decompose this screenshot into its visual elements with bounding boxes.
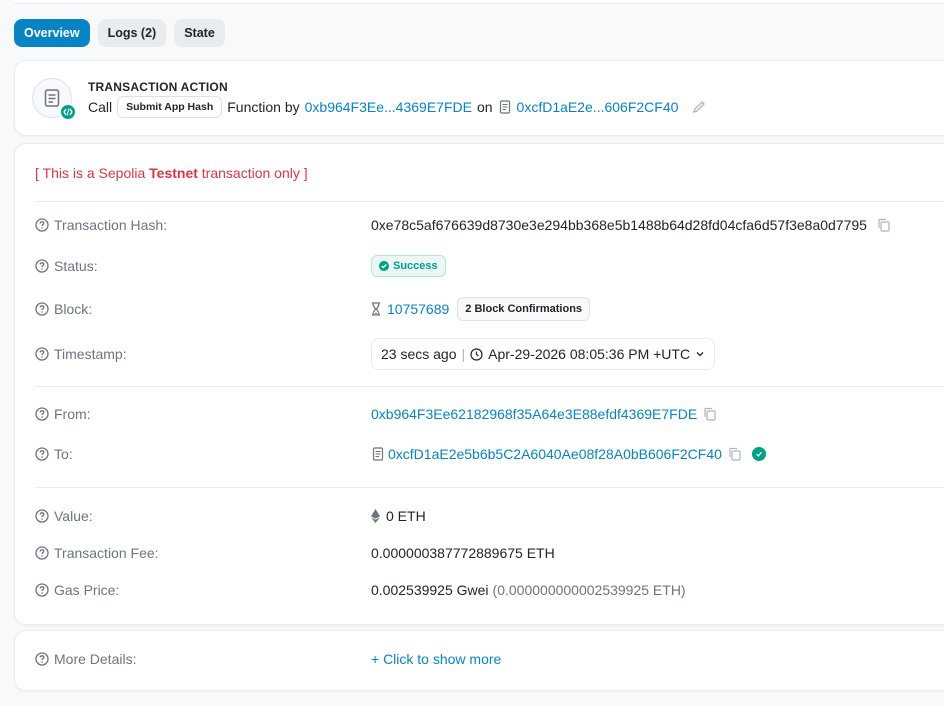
timestamp-datetime: Apr-29-2026 08:05:36 PM +UTC [488, 346, 691, 362]
block-row: Block: 10757689 2 Block Confirmations [35, 297, 944, 321]
fee-value: 0.000000387772889675 ETH [371, 545, 555, 561]
question-icon[interactable] [35, 302, 49, 316]
action-title: TRANSACTION ACTION [88, 80, 228, 94]
gas-price-row: Gas Price: 0.002539925 Gwei (0.000000000… [35, 582, 944, 598]
fee-row: Transaction Fee: 0.000000387772889675 ET… [35, 545, 944, 561]
code-icon [59, 103, 77, 121]
hourglass-icon [372, 302, 380, 316]
divider [35, 386, 944, 387]
show-more-link[interactable]: + Click to show more [371, 651, 501, 667]
status-value: Success [393, 260, 438, 272]
timestamp-row: Timestamp: 23 secs ago | Apr-29-2026 08:… [35, 338, 944, 370]
tab-state[interactable]: State [174, 19, 225, 47]
more-details-label: More Details: [54, 651, 137, 667]
gas-price-label: Gas Price: [54, 582, 120, 598]
question-icon[interactable] [35, 407, 49, 421]
status-badge: Success [371, 255, 446, 277]
question-icon[interactable] [35, 347, 49, 361]
copy-icon[interactable] [877, 218, 891, 232]
to-label: To: [54, 446, 73, 462]
question-icon[interactable] [35, 583, 49, 597]
copy-icon[interactable] [703, 407, 717, 421]
status-label: Status: [54, 258, 98, 274]
timestamp-label: Timestamp: [54, 346, 127, 362]
question-icon[interactable] [35, 218, 49, 232]
testnet-prefix: [ This is a Sepolia [35, 165, 150, 181]
fee-label: Transaction Fee: [54, 545, 159, 561]
tx-hash-label: Transaction Hash: [54, 217, 168, 233]
timestamp-separator: | [461, 346, 466, 362]
method-badge[interactable]: Submit App Hash [117, 96, 223, 118]
divider [35, 487, 944, 488]
tab-logs[interactable]: Logs (2) [97, 19, 167, 47]
from-label: From: [54, 406, 91, 422]
tab-overview[interactable]: Overview [14, 19, 90, 47]
contract-icon [499, 100, 510, 114]
block-number-link[interactable]: 10757689 [387, 301, 449, 317]
action-function-by-text: Function by [227, 99, 300, 115]
timestamp-ago: 23 secs ago [381, 346, 457, 362]
tx-hash-row: Transaction Hash: 0xe78c5af676639d8730e3… [35, 217, 944, 233]
gas-price-gwei: 0.002539925 Gwei [371, 582, 489, 598]
pencil-icon[interactable] [691, 99, 707, 115]
action-contract-link[interactable]: 0xcfD1aE2e...606F2CF40 [517, 99, 679, 115]
gas-price-eth: (0.000000000002539925 ETH) [492, 582, 686, 598]
timestamp-dropdown[interactable]: 23 secs ago | Apr-29-2026 08:05:36 PM +U… [371, 338, 716, 370]
block-label: Block: [54, 301, 93, 317]
ethereum-icon [371, 509, 380, 523]
divider [35, 201, 944, 202]
to-row: To: 0xcfD1aE2e5b6b5C2A6040Ae08f28A0bB606… [35, 446, 944, 462]
more-details-row: More Details: + Click to show more [35, 651, 944, 667]
transaction-details-card: [ This is a Sepolia Testnet transaction … [14, 143, 944, 625]
block-confirmations-badge: 2 Block Confirmations [457, 297, 591, 321]
copy-icon[interactable] [728, 447, 742, 461]
from-address-link[interactable]: 0xb964F3Ee62182968f35A64e3E88efdf4369E7F… [371, 406, 697, 422]
status-row: Status: Success [35, 255, 944, 277]
to-address-link[interactable]: 0xcfD1aE2e5b6b5C2A6040Ae08f28A0bB606F2CF… [388, 446, 722, 462]
value-label: Value: [54, 508, 93, 524]
check-circle-icon [379, 261, 389, 271]
verified-check-icon [751, 447, 766, 461]
question-icon[interactable] [35, 652, 49, 666]
from-row: From: 0xb964F3Ee62182968f35A64e3E88efdf4… [35, 406, 944, 422]
action-on-text: on [476, 99, 493, 115]
value-row: Value: 0 ETH [35, 508, 944, 524]
document-icon [32, 78, 77, 121]
question-icon[interactable] [35, 259, 49, 273]
clock-icon [470, 347, 483, 361]
value-amount: 0 ETH [386, 508, 426, 524]
testnet-notice: [ This is a Sepolia Testnet transaction … [35, 165, 308, 181]
transaction-action-card: TRANSACTION ACTION Call Submit App Hash … [14, 60, 944, 136]
question-icon[interactable] [35, 447, 49, 461]
testnet-bold: Testnet [149, 165, 198, 181]
action-call-text: Call [88, 99, 113, 115]
question-icon[interactable] [35, 509, 49, 523]
action-description: Call Submit App Hash Function by 0xb964F… [88, 96, 707, 118]
tab-bar: Overview Logs (2) State [14, 19, 225, 47]
top-border [14, 0, 944, 4]
action-from-link[interactable]: 0xb964F3Ee...4369E7FDE [305, 99, 472, 115]
chevron-down-icon [696, 352, 704, 357]
testnet-suffix: transaction only ] [197, 165, 308, 181]
question-icon[interactable] [35, 546, 49, 560]
tx-hash-value: 0xe78c5af676639d8730e3e294bb368e5b1488b6… [371, 217, 867, 233]
contract-icon [372, 447, 384, 461]
more-details-card: More Details: + Click to show more [14, 630, 944, 691]
